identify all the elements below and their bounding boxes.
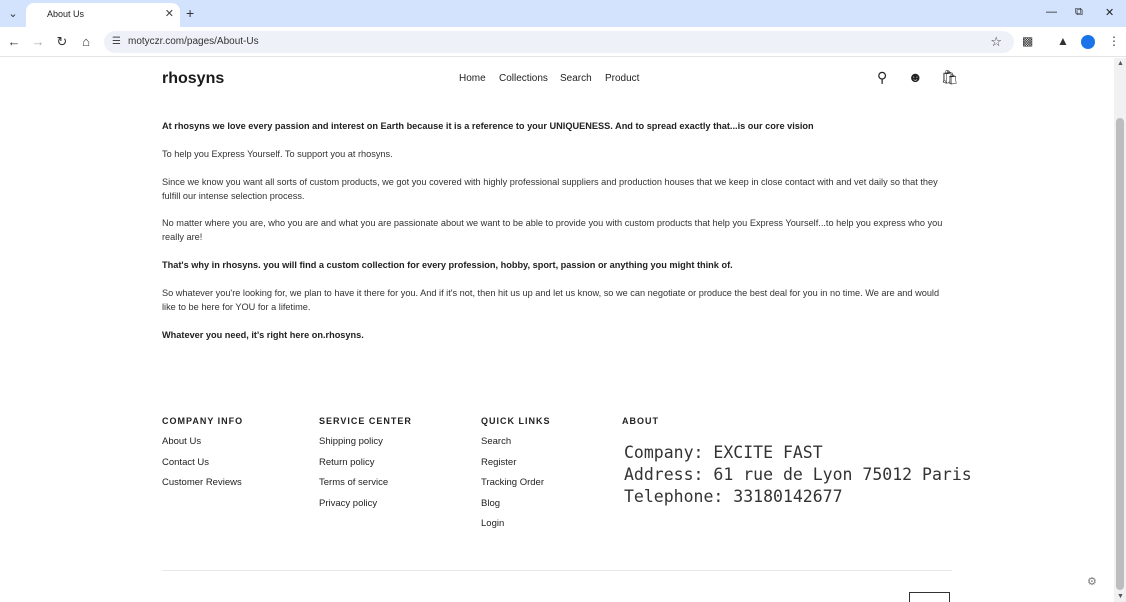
- footer-link-privacy-policy[interactable]: Privacy policy: [319, 498, 412, 519]
- footer-link-tracking-order[interactable]: Tracking Order: [481, 477, 551, 498]
- settings-gear-icon[interactable]: ⚙: [1087, 575, 1097, 588]
- company-telephone: Telephone: 33180142677: [624, 487, 843, 506]
- site-info-icon[interactable]: ☰: [112, 36, 121, 47]
- footer-link-register[interactable]: Register: [481, 457, 551, 478]
- browser-tab[interactable]: About Us ✕: [26, 3, 180, 27]
- search-icon[interactable]: ⚲: [877, 69, 887, 86]
- paragraph: Since we know you want all sorts of cust…: [162, 177, 938, 201]
- reload-icon[interactable]: ↻: [54, 34, 70, 50]
- browser-toolbar: ← → ↻ ⌂ ☰ motyczr.com/pages/About-Us ☆ ▩…: [0, 27, 1126, 57]
- back-icon[interactable]: ←: [6, 34, 22, 49]
- footer-link-shipping-policy[interactable]: Shipping policy: [319, 436, 412, 457]
- company-address: Address: 61 rue de Lyon 75012 Paris: [624, 465, 972, 484]
- chat-widget-button[interactable]: [909, 592, 950, 602]
- nav-home[interactable]: Home: [459, 73, 486, 84]
- scroll-up-icon[interactable]: ▲: [1117, 60, 1124, 67]
- scrollbar-thumb[interactable]: [1116, 118, 1124, 590]
- labs-icon[interactable]: ▲: [1057, 34, 1069, 48]
- paragraph: To help you Express Yourself. To support…: [162, 149, 393, 159]
- forward-icon[interactable]: →: [30, 34, 46, 49]
- tab-title: About Us: [47, 9, 85, 19]
- company-name: Company: EXCITE FAST: [624, 443, 823, 462]
- footer-link-contact-us[interactable]: Contact Us: [162, 457, 243, 478]
- nav-search[interactable]: Search: [560, 73, 592, 84]
- paragraph: At rhosyns we love every passion and int…: [162, 121, 814, 131]
- footer-link-blog[interactable]: Blog: [481, 498, 551, 519]
- footer-company-info: COMPANY INFO About Us Contact Us Custome…: [162, 416, 243, 498]
- restore-icon[interactable]: ⧉: [1075, 6, 1083, 19]
- nav-collections[interactable]: Collections: [499, 73, 548, 84]
- account-icon[interactable]: ☻: [908, 69, 923, 85]
- close-icon[interactable]: ✕: [165, 7, 174, 20]
- paragraph: No matter where you are, who you are and…: [162, 218, 943, 242]
- home-icon[interactable]: ⌂: [78, 34, 94, 49]
- cart-icon[interactable]: 🛍: [941, 69, 959, 86]
- address-bar[interactable]: ☰ motyczr.com/pages/About-Us ☆: [104, 31, 1014, 53]
- paragraph: Whatever you need, it's right here on.rh…: [162, 330, 364, 340]
- chevron-down-icon[interactable]: ⌄: [4, 6, 22, 22]
- footer-heading: QUICK LINKS: [481, 416, 551, 426]
- footer-link-return-policy[interactable]: Return policy: [319, 457, 412, 478]
- page-viewport: rhosyns Home Collections Search Product …: [0, 58, 1114, 602]
- vertical-scrollbar[interactable]: ▲ ▼: [1114, 58, 1126, 602]
- footer-service-center: SERVICE CENTER Shipping policy Return po…: [319, 416, 412, 518]
- browser-tab-bar: ⌄ About Us ✕ + — ⧉ ✕: [0, 0, 1126, 27]
- footer-link-search[interactable]: Search: [481, 436, 551, 457]
- footer-quick-links: QUICK LINKS Search Register Tracking Ord…: [481, 416, 551, 539]
- plus-icon[interactable]: +: [186, 5, 194, 21]
- footer-link-terms-of-service[interactable]: Terms of service: [319, 477, 412, 498]
- company-details: Company: EXCITE FAST Address: 61 rue de …: [624, 442, 972, 508]
- star-icon[interactable]: ☆: [990, 34, 1002, 50]
- nav-product[interactable]: Product: [605, 73, 639, 84]
- menu-icon[interactable]: ⋮: [1108, 34, 1120, 48]
- footer-about: ABOUT: [622, 416, 659, 436]
- url-text: motyczr.com/pages/About-Us: [128, 36, 259, 47]
- minimize-icon[interactable]: —: [1046, 6, 1057, 18]
- footer-link-customer-reviews[interactable]: Customer Reviews: [162, 477, 243, 498]
- footer-divider: [162, 570, 952, 571]
- footer-link-about-us[interactable]: About Us: [162, 436, 243, 457]
- site-logo[interactable]: rhosyns: [162, 70, 224, 88]
- paragraph: So whatever you're looking for, we plan …: [162, 288, 940, 312]
- close-icon[interactable]: ✕: [1105, 6, 1114, 19]
- footer-heading: SERVICE CENTER: [319, 416, 412, 426]
- footer-link-login[interactable]: Login: [481, 518, 551, 539]
- scroll-down-icon[interactable]: ▼: [1117, 593, 1124, 600]
- profile-icon[interactable]: [1081, 35, 1095, 49]
- extensions-icon[interactable]: ▩: [1022, 34, 1033, 48]
- footer-heading: COMPANY INFO: [162, 416, 244, 426]
- footer-heading: ABOUT: [622, 416, 659, 426]
- paragraph: That's why in rhosyns. you will find a c…: [162, 260, 733, 270]
